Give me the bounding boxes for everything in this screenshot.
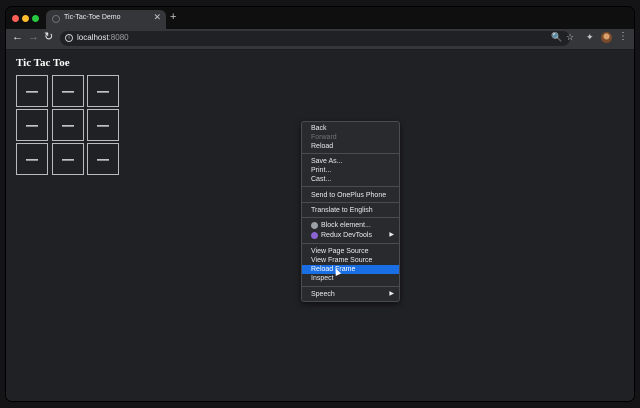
board-cell[interactable]: — <box>52 143 84 175</box>
close-tab-icon[interactable]: ✕ <box>153 13 161 22</box>
block-element-icon <box>311 222 318 229</box>
url-text: localhost:8080 <box>77 33 129 42</box>
menu-item-view-frame-source[interactable]: View Frame Source <box>302 256 399 265</box>
menu-item-forward: Forward <box>311 134 337 141</box>
back-arrow-icon[interactable]: ← <box>12 32 23 43</box>
menu-item-translate[interactable]: Translate to English <box>302 206 399 215</box>
reload-icon[interactable]: ↻ <box>44 32 53 43</box>
submenu-arrow-icon: ▶ <box>389 232 394 238</box>
menu-item-back[interactable]: Back <box>302 124 399 133</box>
new-tab-icon[interactable]: + <box>170 12 176 23</box>
address-bar[interactable]: i localhost:8080 <box>60 31 570 46</box>
menu-item-save-as[interactable]: Save As... <box>302 157 399 166</box>
close-window-button[interactable] <box>12 15 19 22</box>
browser-menu-icon[interactable]: ⋮ <box>618 32 628 42</box>
menu-separator <box>302 186 399 187</box>
menu-item-reload-frame[interactable]: Reload Frame <box>302 265 399 274</box>
site-info-icon[interactable]: i <box>65 34 73 42</box>
tab-tic-tac-toe[interactable]: Tic-Tac-Toe Demo ✕ <box>46 10 166 29</box>
menu-separator <box>302 217 399 218</box>
menu-item-print[interactable]: Print... <box>302 166 399 175</box>
redux-devtools-icon <box>311 232 318 239</box>
menu-separator <box>302 286 399 287</box>
board-cell[interactable]: — <box>16 109 48 141</box>
menu-separator <box>302 202 399 203</box>
board-cell[interactable]: — <box>87 143 119 175</box>
menu-item-redux-devtools[interactable]: Redux DevTools ▶ <box>302 231 399 240</box>
browser-toolbar: ← → ↻ i localhost:8080 🔍 ☆ ✦ ⋮ <box>6 29 634 50</box>
menu-item-reload[interactable]: Reload <box>302 142 399 151</box>
context-menu: Back Forward Reload Save As... Print... … <box>301 121 400 302</box>
board-cell[interactable]: — <box>52 109 84 141</box>
menu-separator <box>302 153 399 154</box>
zoom-icon[interactable]: 🔍 <box>551 33 562 42</box>
loading-icon <box>52 15 60 23</box>
board-cell[interactable]: — <box>16 143 48 175</box>
minimize-window-button[interactable] <box>22 15 29 22</box>
board-cell[interactable]: — <box>87 75 119 107</box>
menu-item-cast[interactable]: Cast... <box>302 175 399 184</box>
submenu-arrow-icon: ▶ <box>389 291 394 297</box>
menu-separator <box>302 243 399 244</box>
maximize-window-button[interactable] <box>32 15 39 22</box>
forward-arrow-icon[interactable]: → <box>28 32 39 43</box>
board-cell[interactable]: — <box>16 75 48 107</box>
extensions-puzzle-icon[interactable]: ✦ <box>586 33 594 42</box>
board-cell[interactable]: — <box>52 75 84 107</box>
menu-item-speech[interactable]: Speech ▶ <box>302 290 399 299</box>
board-cell[interactable]: — <box>87 109 119 141</box>
tab-strip: Tic-Tac-Toe Demo ✕ + <box>6 7 634 29</box>
tab-title: Tic-Tac-Toe Demo <box>64 14 121 21</box>
menu-item-block-element[interactable]: Block element... <box>302 221 399 230</box>
menu-item-view-page-source[interactable]: View Page Source <box>302 247 399 256</box>
menu-item-send-to-phone[interactable]: Send to OnePlus Phone <box>302 191 399 200</box>
page-title: Tic Tac Toe <box>16 57 70 69</box>
bookmark-star-icon[interactable]: ☆ <box>566 33 574 42</box>
menu-item-inspect[interactable]: Inspect <box>302 274 399 283</box>
profile-avatar[interactable] <box>601 32 612 43</box>
